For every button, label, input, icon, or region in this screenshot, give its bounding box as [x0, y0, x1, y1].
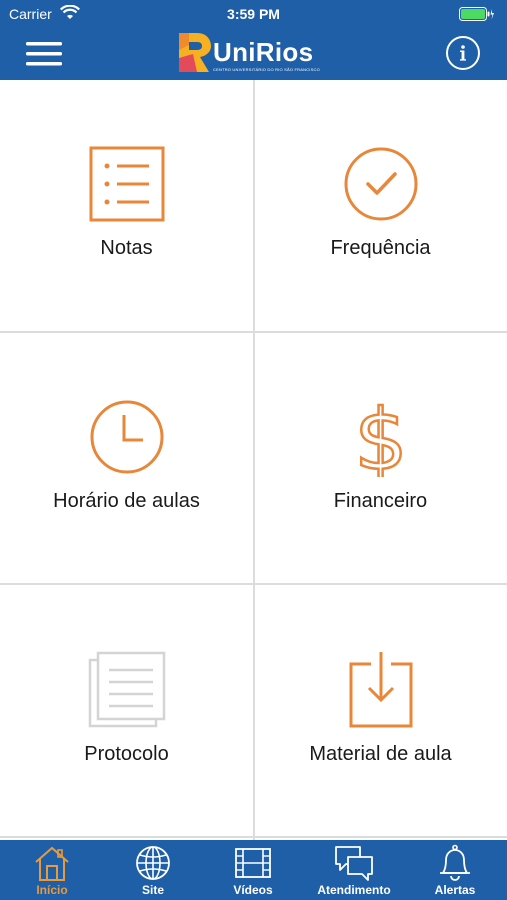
tab-label: Site [141, 883, 164, 897]
hamburger-icon[interactable] [22, 38, 66, 70]
list-icon [0, 144, 253, 224]
logo-tagline: CENTRO UNIVERSITÁRIO DO RIO SÃO FRANCISC… [213, 67, 320, 72]
tile-financeiro[interactable]: $ Financeiro [254, 333, 507, 585]
bell-icon [405, 844, 505, 882]
tab-bar: Início Site Vídeos Atendimento Alertas [0, 840, 507, 900]
header: UniRios CENTRO UNIVERSITÁRIO DO RIO SÃO … [0, 28, 507, 80]
tile-label: Notas [100, 237, 153, 259]
tile-horario-de-aulas[interactable]: Horário de aulas [0, 333, 253, 585]
tile-label: Horário de aulas [53, 490, 200, 512]
tile-protocolo[interactable]: Protocolo [0, 586, 253, 838]
unirios-logo: UniRios CENTRO UNIVERSITÁRIO DO RIO SÃO … [177, 30, 337, 78]
dollar-icon: $ [254, 390, 507, 491]
tile-material-de-aula[interactable]: Material de aula [254, 586, 507, 838]
tab-label: Vídeos [233, 883, 273, 897]
home-icon [2, 844, 102, 882]
tab-alertas[interactable]: Alertas [405, 840, 505, 900]
download-box-icon [254, 650, 507, 730]
menu-grid: Notas Frequência Horário de aulas $ Fina… [0, 80, 507, 840]
chat-icon [304, 844, 404, 882]
tab-atendimento[interactable]: Atendimento [304, 840, 404, 900]
tab-inicio[interactable]: Início [2, 840, 102, 900]
clock-icon [0, 397, 253, 477]
status-bar: Carrier 3:59 PM [0, 0, 507, 28]
info-icon[interactable] [446, 36, 480, 70]
tile-frequencia[interactable]: Frequência [254, 80, 507, 332]
globe-icon [103, 844, 203, 882]
logo-wordmark: UniRios [213, 37, 314, 67]
tab-videos[interactable]: Vídeos [203, 840, 303, 900]
tab-label: Início [36, 883, 68, 897]
battery-icon [459, 7, 495, 24]
check-circle-icon [254, 144, 507, 224]
logo-mark-icon [179, 33, 211, 72]
tab-label: Alertas [434, 883, 476, 897]
tile-label: Protocolo [84, 743, 169, 765]
svg-text:$: $ [354, 397, 407, 477]
tile-label: Material de aula [309, 743, 452, 765]
clock-time: 3:59 PM [227, 6, 280, 22]
documents-icon [0, 650, 253, 730]
tile-label: Financeiro [333, 490, 428, 512]
tile-label: Frequência [330, 237, 431, 259]
tab-site[interactable]: Site [103, 840, 203, 900]
film-icon [203, 844, 303, 882]
tile-notas[interactable]: Notas [0, 80, 253, 332]
tab-label: Atendimento [317, 883, 391, 897]
